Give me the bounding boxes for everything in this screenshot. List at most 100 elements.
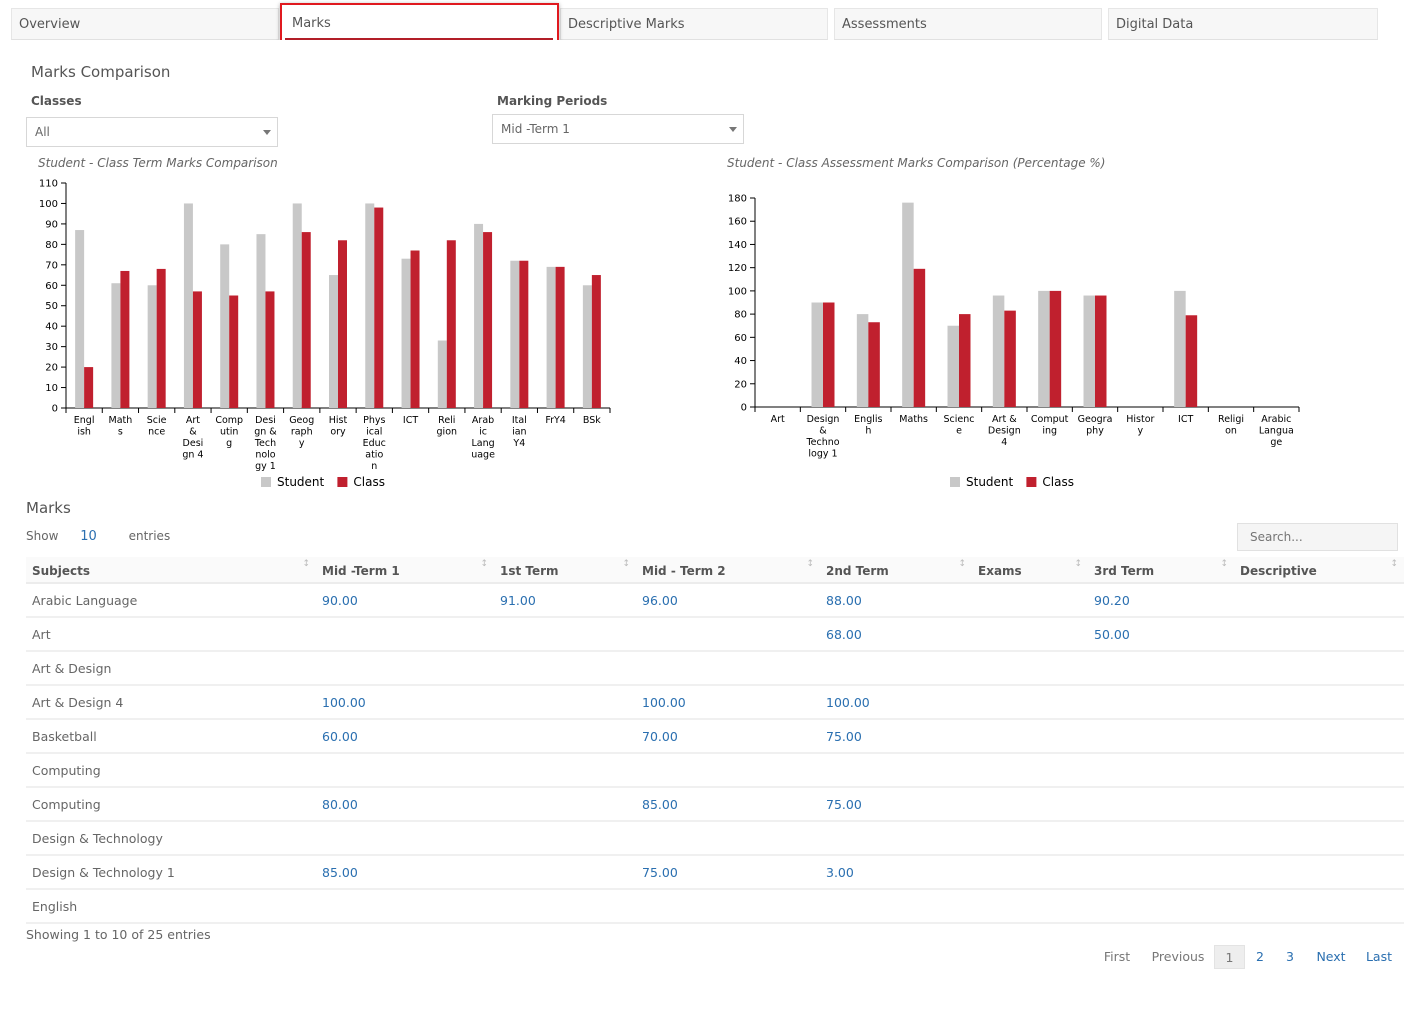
sort-icon[interactable]: ↕ xyxy=(1074,559,1082,569)
column-header-subjects[interactable]: Subjects ↕ xyxy=(26,557,316,584)
x-tick-label-line: Arab xyxy=(472,415,494,426)
tab-descriptive-marks[interactable]: Descriptive Marks xyxy=(560,8,828,40)
sort-icon[interactable]: ↕ xyxy=(622,559,630,569)
column-header-1st-term[interactable]: 1st Term ↕ xyxy=(494,557,636,584)
classes-label: Classes xyxy=(31,94,82,108)
y-tick-label: 100 xyxy=(728,286,747,297)
mark-cell xyxy=(972,583,1088,618)
sort-icon[interactable]: ↕ xyxy=(1390,559,1398,569)
pagination-page-2[interactable]: 2 xyxy=(1249,945,1271,969)
entries-count-select[interactable]: 10 xyxy=(80,529,97,544)
tab-bar: Overview Marks Descriptive Marks Assessm… xyxy=(11,8,1378,47)
chevron-down-icon xyxy=(263,130,271,135)
pagination-next[interactable]: Next xyxy=(1311,945,1351,969)
mark-cell[interactable]: 100.00 xyxy=(636,685,820,720)
y-tick-label: 10 xyxy=(45,383,58,394)
x-tick-label-line: Phys xyxy=(363,415,385,426)
column-header-mid-term-1[interactable]: Mid -Term 1 ↕ xyxy=(316,557,494,584)
mark-cell[interactable]: 85.00 xyxy=(636,787,820,822)
bar-student xyxy=(992,295,1005,407)
pagination-previous[interactable]: Previous xyxy=(1147,945,1209,969)
mark-cell xyxy=(1234,855,1404,890)
mark-cell[interactable]: 80.00 xyxy=(316,787,494,822)
pagination-first[interactable]: First xyxy=(1095,945,1139,969)
pagination-page-1[interactable]: 1 xyxy=(1214,945,1245,969)
mark-cell[interactable]: 96.00 xyxy=(636,583,820,618)
x-tick-label: Religion xyxy=(437,415,458,438)
sort-icon[interactable]: ↕ xyxy=(806,559,814,569)
bar-student xyxy=(947,325,959,407)
sort-icon[interactable]: ↕ xyxy=(480,559,488,569)
mark-cell xyxy=(1234,685,1404,720)
sort-icon[interactable]: ↕ xyxy=(958,559,966,569)
tab-overview[interactable]: Overview xyxy=(11,8,279,40)
bar-student xyxy=(292,203,302,408)
mark-cell xyxy=(1088,685,1234,720)
mark-cell[interactable]: 90.20 xyxy=(1088,583,1234,618)
mark-cell[interactable]: 3.00 xyxy=(820,855,972,890)
bar-student xyxy=(220,244,230,408)
x-tick-label-line: Hist xyxy=(329,415,348,426)
x-tick-label-line: Histor xyxy=(1126,414,1154,425)
bar-class xyxy=(519,260,529,408)
column-header-exams[interactable]: Exams ↕ xyxy=(972,557,1088,584)
bar-class xyxy=(446,240,456,408)
y-tick-label: 20 xyxy=(734,379,747,390)
x-tick-label-line: ICT xyxy=(403,415,418,426)
column-header-descriptive[interactable]: Descriptive ↕ xyxy=(1234,557,1404,584)
mark-cell[interactable]: 100.00 xyxy=(820,685,972,720)
mark-cell[interactable]: 100.00 xyxy=(316,685,494,720)
column-header-mid-term-2[interactable]: Mid - Term 2 ↕ xyxy=(636,557,820,584)
column-header-3rd-term[interactable]: 3rd Term ↕ xyxy=(1088,557,1234,584)
x-tick-label-line: Comput xyxy=(1031,414,1069,425)
y-tick-label: 50 xyxy=(45,301,58,312)
tab-digital-data[interactable]: Digital Data xyxy=(1108,8,1378,40)
mark-cell xyxy=(494,685,636,720)
mark-cell xyxy=(636,821,820,856)
y-tick-label: 90 xyxy=(45,219,58,230)
mark-cell[interactable]: 90.00 xyxy=(316,583,494,618)
y-tick-label: 30 xyxy=(45,342,58,353)
mark-cell[interactable]: 85.00 xyxy=(316,855,494,890)
mark-cell xyxy=(1088,787,1234,822)
mark-cell xyxy=(494,753,636,788)
legend-label-student: Student xyxy=(277,475,325,489)
mark-cell[interactable]: 88.00 xyxy=(820,583,972,618)
marking-periods-select[interactable]: Mid -Term 1 xyxy=(492,114,744,144)
y-tick-label: 180 xyxy=(728,194,747,205)
mark-cell[interactable]: 50.00 xyxy=(1088,617,1234,652)
bar-student xyxy=(582,285,592,408)
table-header-row: Subjects ↕ Mid -Term 1 ↕ 1st Term ↕ Mid - Term… xyxy=(26,557,1404,584)
table-row: Art 68.00 50.00 xyxy=(26,617,1404,652)
search-input[interactable] xyxy=(1237,523,1398,551)
x-tick-label-line: Art xyxy=(771,414,785,425)
sort-icon[interactable]: ↕ xyxy=(1220,559,1228,569)
mark-cell xyxy=(494,617,636,652)
assessment-chart-title: Student - Class Assessment Marks Compari… xyxy=(727,156,1106,170)
mark-cell xyxy=(1088,719,1234,754)
pagination-last[interactable]: Last xyxy=(1359,945,1399,969)
tab-assessments[interactable]: Assessments xyxy=(834,8,1102,40)
mark-cell[interactable]: 68.00 xyxy=(820,617,972,652)
classes-select[interactable]: All xyxy=(26,117,278,147)
pagination-page-3[interactable]: 3 xyxy=(1279,945,1301,969)
x-tick-label-line: h xyxy=(865,426,871,437)
subject-cell: Design & Technology xyxy=(26,821,316,856)
mark-cell[interactable]: 60.00 xyxy=(316,719,494,754)
term-marks-chart: 0 10 20 30 40 50 60 70 80 90 100 110 Engl ish Math s Sci… xyxy=(39,179,611,489)
mark-cell[interactable]: 70.00 xyxy=(636,719,820,754)
mark-cell[interactable]: 75.00 xyxy=(820,719,972,754)
x-tick-label: Desi gn & Tech nolo gy 1 xyxy=(254,415,277,472)
legend-swatch-class xyxy=(1026,477,1037,487)
x-tick-label: Art xyxy=(771,414,785,425)
tab-marks[interactable]: Marks xyxy=(285,8,553,47)
x-tick-label-line: g xyxy=(226,438,232,449)
mark-cell[interactable]: 91.00 xyxy=(494,583,636,618)
mark-cell[interactable]: 75.00 xyxy=(636,855,820,890)
sort-icon[interactable]: ↕ xyxy=(302,559,310,569)
column-header-2nd-term[interactable]: 2nd Term ↕ xyxy=(820,557,972,584)
x-tick-label-line: Ital xyxy=(512,415,527,426)
bar-class xyxy=(265,291,275,408)
mark-cell[interactable]: 75.00 xyxy=(820,787,972,822)
x-tick-label: Design & Techno logy 1 xyxy=(805,414,839,460)
